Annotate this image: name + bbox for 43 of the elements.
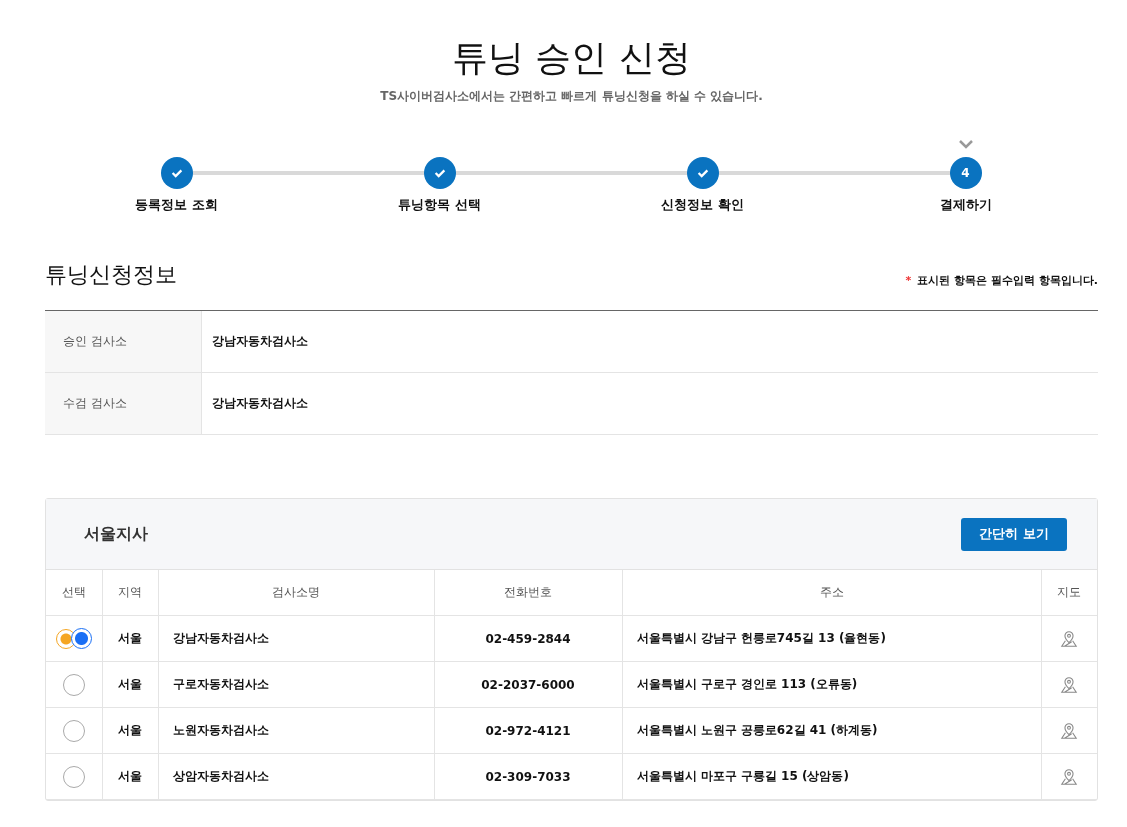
info-value: 강남자동차검사소 — [211, 395, 308, 412]
table-cell: 강남자동차검사소 — [158, 615, 434, 662]
info-value: 강남자동차검사소 — [211, 333, 308, 350]
table-cell: 02-2037-6000 — [434, 661, 622, 708]
table-cell: 서울 — [102, 615, 158, 662]
branch-title: 서울지사 — [84, 523, 148, 545]
step-label: 신청정보 확인 — [661, 196, 744, 214]
column-header: 지역 — [102, 570, 158, 616]
table-cell: 서울특별시 구로구 경인로 113 (오류동) — [622, 661, 1041, 708]
table-cell: 02-972-4121 — [434, 707, 622, 754]
table-cell: 서울 — [102, 661, 158, 708]
step-number: 4 — [949, 157, 982, 189]
table-cell: 서울특별시 마포구 구룡길 15 (상암동) — [622, 753, 1041, 800]
table-cell: 02-459-2844 — [434, 615, 622, 662]
map-pin-icon[interactable] — [1060, 629, 1079, 648]
table-cell: 구로자동차검사소 — [158, 661, 434, 708]
table-cell: 02-309-7033 — [434, 753, 622, 800]
step-label: 튜닝항목 선택 — [398, 196, 481, 214]
page-title: 튜닝 승인 신청 — [451, 36, 692, 80]
table-cell: 노원자동차검사소 — [158, 707, 434, 754]
column-header: 지도 — [1041, 570, 1097, 616]
info-label: 수검 검사소 — [45, 373, 202, 434]
brief-view-button[interactable]: 간단히 보기 — [961, 517, 1067, 551]
required-note: 표시된 항목은 필수입력 항목입니다. — [917, 274, 1098, 287]
table-cell: 서울특별시 노원구 공릉로62길 41 (하계동) — [622, 707, 1041, 754]
required-mark: * — [905, 274, 912, 287]
table-cell: 서울 — [102, 707, 158, 754]
map-pin-icon[interactable] — [1060, 721, 1079, 740]
section-title: 튜닝신청정보 — [45, 261, 177, 289]
info-label: 승인 검사소 — [45, 311, 202, 372]
column-header: 주소 — [622, 570, 1041, 616]
map-pin-icon[interactable] — [1060, 675, 1079, 694]
map-pin-icon[interactable] — [1060, 767, 1079, 786]
table-cell: 서울 — [102, 753, 158, 800]
radio-button[interactable] — [55, 627, 92, 650]
column-header: 검사소명 — [158, 570, 434, 616]
table-cell: 상암자동차검사소 — [158, 753, 434, 800]
step-label: 등록정보 조회 — [135, 196, 218, 214]
table-cell: 서울특별시 강남구 헌릉로745길 13 (율현동) — [622, 615, 1041, 662]
column-header: 전화번호 — [434, 570, 622, 616]
step-label: 결제하기 — [939, 196, 992, 214]
page-subtitle: TS사이버검사소에서는 간편하고 빠르게 튜닝신청을 하실 수 있습니다. — [379, 88, 764, 105]
column-header: 선택 — [46, 570, 102, 616]
